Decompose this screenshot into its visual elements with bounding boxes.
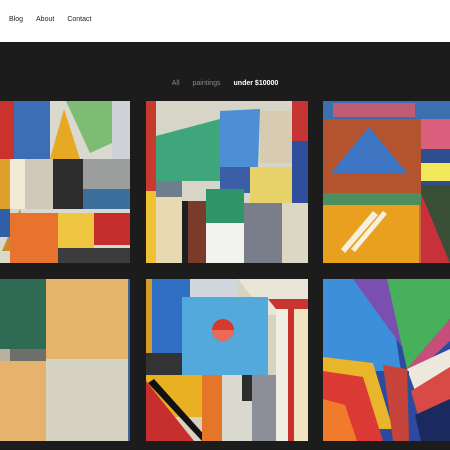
gallery-item-4[interactable] — [0, 279, 130, 441]
main-nav: Blog About Contact — [9, 16, 91, 23]
filter-under-10000[interactable]: under $10000 — [234, 80, 279, 87]
painting-image — [146, 279, 308, 441]
gallery-item-2[interactable] — [146, 101, 308, 263]
painting-image — [323, 101, 450, 263]
filter-paintings[interactable]: paintings — [193, 80, 221, 87]
gallery-item-3[interactable] — [323, 101, 450, 263]
top-navigation-bar: Blog About Contact — [0, 0, 450, 42]
nav-link-about[interactable]: About — [36, 16, 54, 23]
gallery-filter-bar: All paintings under $10000 — [0, 80, 450, 87]
painting-image — [0, 101, 130, 263]
painting-image — [146, 101, 308, 263]
filter-all[interactable]: All — [172, 80, 180, 87]
nav-link-contact[interactable]: Contact — [67, 16, 91, 23]
painting-image — [0, 279, 130, 441]
nav-link-blog[interactable]: Blog — [9, 16, 23, 23]
painting-image — [323, 279, 450, 441]
gallery-item-6[interactable] — [323, 279, 450, 441]
gallery-item-5[interactable] — [146, 279, 308, 441]
gallery-item-1[interactable] — [0, 101, 130, 263]
